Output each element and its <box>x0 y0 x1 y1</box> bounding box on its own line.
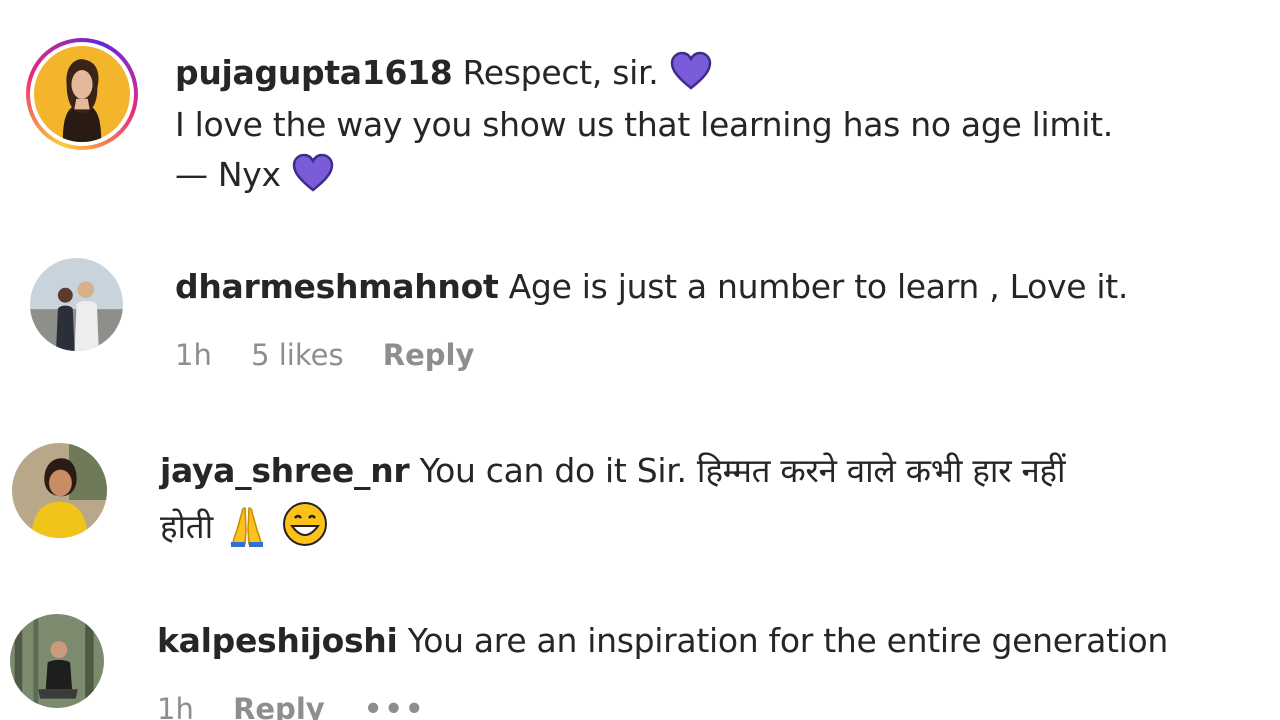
comment-text: Respect, sir. <box>462 53 659 92</box>
grinning-face-icon <box>281 500 329 548</box>
comment-text-line: होती <box>160 500 329 552</box>
comment-text-line: I love the way you show us that learning… <box>175 105 1113 144</box>
comment-text-block: jaya_shree_nr You can do it Sir. हिम्मत … <box>160 446 1066 496</box>
purple-heart-icon <box>669 51 713 91</box>
comment-text: You can do it Sir. हिम्मत करने वाले कभी … <box>419 451 1066 490</box>
username-link[interactable]: jaya_shree_nr <box>160 451 410 490</box>
comment-meta: 1h 5 likes Reply <box>175 338 504 372</box>
comment-signature: — Nyx <box>175 155 281 194</box>
comment-meta: 1h Reply ••• <box>157 692 456 720</box>
comment-timestamp[interactable]: 1h <box>157 692 194 720</box>
comment-text-block: pujagupta1618 Respect, sir. <box>175 48 713 98</box>
avatar <box>34 46 130 142</box>
username-link[interactable]: pujagupta1618 <box>175 53 453 92</box>
avatar[interactable] <box>30 258 123 351</box>
reply-button[interactable]: Reply <box>233 692 325 720</box>
more-options-icon[interactable]: ••• <box>364 692 426 720</box>
comment-text-line: — Nyx <box>175 150 335 200</box>
avatar[interactable] <box>10 614 104 708</box>
purple-heart-icon <box>291 153 335 193</box>
comment-text-block: dharmeshmahnot Age is just a number to l… <box>175 262 1128 312</box>
comment-text: Age is just a number to learn , Love it. <box>508 267 1129 306</box>
avatar-story-ring[interactable] <box>26 38 138 150</box>
comment-text: होती <box>160 507 213 546</box>
folded-hands-icon <box>223 500 271 548</box>
reply-button[interactable]: Reply <box>383 338 475 372</box>
avatar[interactable] <box>12 443 107 538</box>
likes-count[interactable]: 5 likes <box>251 338 344 372</box>
comment-text: You are an inspiration for the entire ge… <box>407 621 1169 660</box>
comment-text-block: kalpeshijoshi You are an inspiration for… <box>157 616 1168 666</box>
username-link[interactable]: kalpeshijoshi <box>157 621 398 660</box>
comment-timestamp[interactable]: 1h <box>175 338 212 372</box>
username-link[interactable]: dharmeshmahnot <box>175 267 499 306</box>
